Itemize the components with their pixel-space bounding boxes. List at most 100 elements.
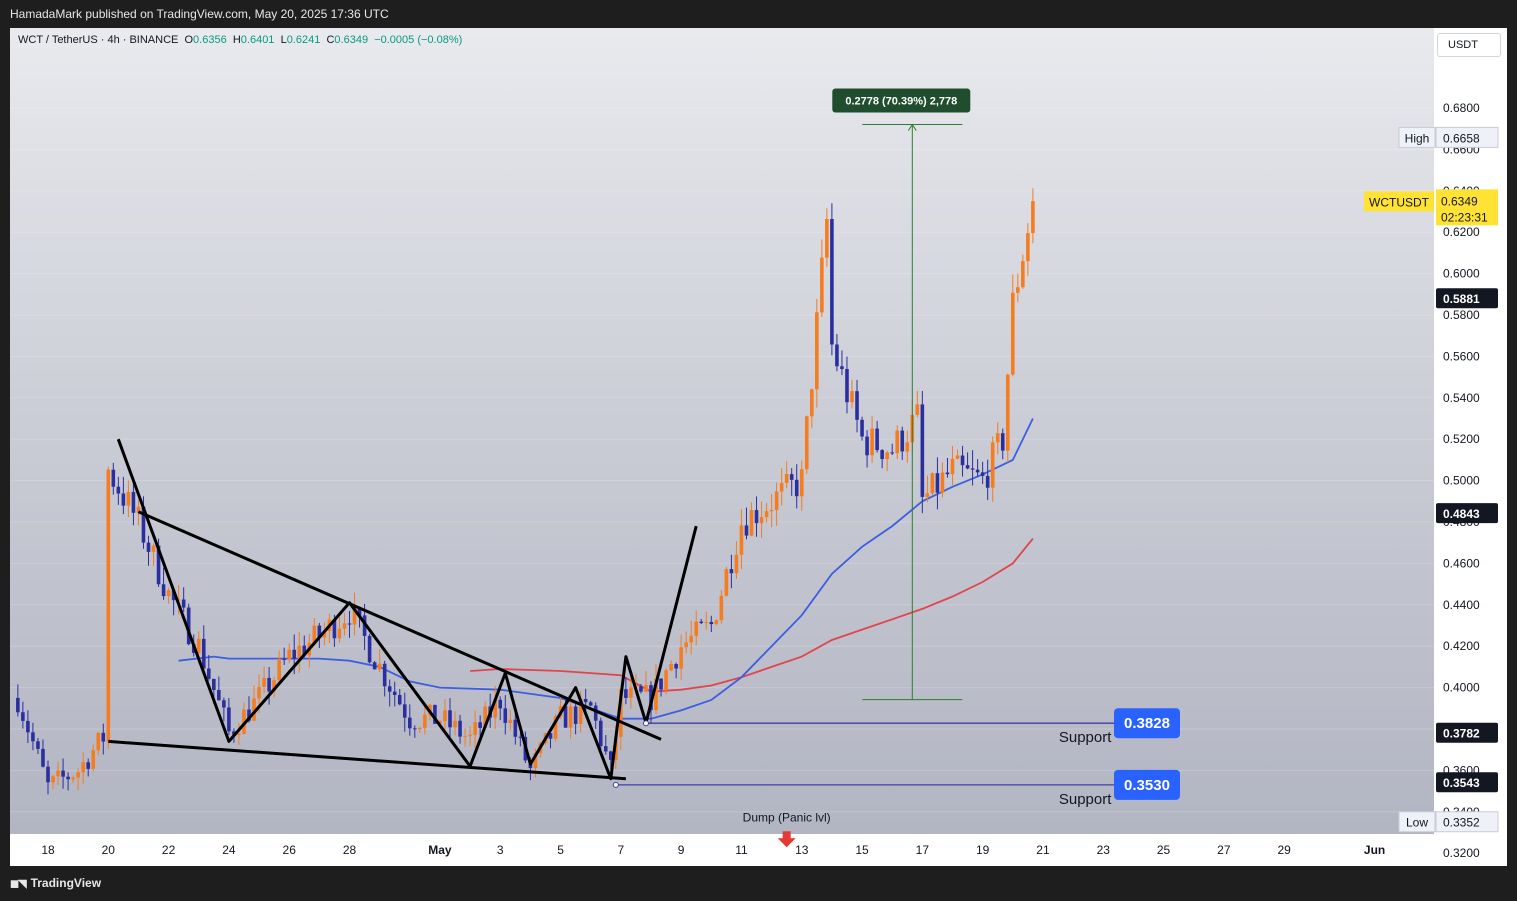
open-value: 0.6356 — [193, 34, 227, 46]
candle-up — [76, 772, 80, 778]
tradingview-logo-icon: ◼◥ — [10, 878, 27, 890]
y-tick-label: 0.4000 — [1443, 681, 1480, 695]
y-tick-label: 0.4400 — [1443, 598, 1480, 612]
candle-down — [392, 691, 397, 696]
change-value: −0.0005 (−0.08%) — [374, 34, 463, 46]
candle-up — [915, 404, 920, 416]
candle-up — [895, 430, 900, 454]
x-tick-label: 29 — [1277, 843, 1291, 857]
x-tick-label: 19 — [976, 843, 990, 857]
candle-down — [61, 770, 65, 777]
currency-selector[interactable]: USDT — [1437, 33, 1501, 57]
symbol-name[interactable]: WCT / TetherUS · 4h · BINANCE — [18, 34, 178, 46]
candle-up — [995, 433, 1000, 443]
candle-down — [121, 493, 126, 506]
candle-down — [965, 465, 970, 469]
support-price-label: 0.3828 — [1124, 715, 1170, 732]
candle-down — [31, 732, 35, 742]
candle-down — [960, 455, 965, 466]
y-tick-label: 0.4600 — [1443, 556, 1480, 570]
candle-down — [935, 473, 940, 493]
candle-up — [257, 686, 261, 699]
candle-up — [784, 474, 789, 483]
candle-down — [181, 599, 186, 608]
x-tick-label: 7 — [618, 843, 625, 857]
x-tick-label: 28 — [343, 843, 357, 857]
price-chart[interactable]: Support Support 0.2778 (70.39%) 2,778 Dum… — [10, 28, 1507, 866]
x-tick-label: 26 — [283, 843, 297, 857]
candle-up — [96, 732, 101, 751]
candle-down — [282, 658, 286, 660]
candle-up — [81, 762, 85, 773]
candle-down — [21, 712, 25, 721]
candle-down — [845, 368, 849, 403]
candle-up — [885, 452, 889, 460]
candle-up — [508, 719, 513, 723]
extreme-price-label: 0.3352 — [1443, 816, 1480, 830]
candle-down — [860, 419, 864, 437]
candle-down — [1000, 433, 1005, 451]
candle-down — [46, 766, 50, 783]
candle-down — [674, 664, 678, 669]
y-tick-label: 0.5800 — [1443, 308, 1480, 322]
candle-up — [940, 472, 945, 493]
candle-down — [830, 219, 834, 345]
candle-up — [955, 455, 960, 459]
candle-down — [101, 732, 106, 742]
candle-down — [86, 762, 90, 769]
candle-down — [413, 728, 417, 730]
publisher-info: HamadaMark published on TradingView.com,… — [10, 7, 389, 21]
candle-down — [222, 700, 226, 708]
candle-up — [277, 658, 281, 681]
logo-text: TradingView — [30, 876, 102, 890]
candle-up — [1026, 233, 1030, 262]
extreme-price-label: 0.6658 — [1443, 131, 1480, 145]
candle-down — [131, 491, 136, 513]
candle-up — [689, 635, 693, 643]
extreme-tag: Low — [1406, 816, 1428, 830]
x-tick-label: 9 — [678, 843, 685, 857]
candle-up — [106, 469, 111, 742]
support-anchor[interactable] — [642, 720, 649, 727]
candle-down — [890, 452, 894, 454]
candle-up — [423, 714, 427, 728]
candle-up — [704, 621, 709, 624]
candle-up — [799, 469, 804, 497]
candle-down — [945, 472, 950, 475]
candle-up — [930, 473, 935, 494]
x-tick-label: 20 — [102, 843, 116, 857]
candle-down — [603, 746, 608, 752]
candle-up — [644, 685, 648, 692]
high-value: 0.6401 — [240, 34, 275, 46]
candle-down — [372, 662, 377, 670]
candle-up — [262, 677, 266, 687]
candle-up — [739, 525, 744, 555]
candle-up — [237, 733, 241, 735]
y-tick-label: 0.6800 — [1443, 101, 1480, 115]
open-label: O — [184, 34, 194, 46]
symbol-legend: WCT / TetherUS · 4h · BINANCE O0.6356 H0… — [18, 34, 462, 46]
candle-up — [51, 776, 55, 783]
y-tick-label: 0.5400 — [1443, 391, 1480, 405]
price-marker-label: 0.3782 — [1443, 727, 1480, 741]
candle-down — [639, 686, 643, 692]
candle-up — [734, 554, 739, 574]
candle-down — [588, 702, 593, 706]
candle-down — [624, 689, 628, 698]
support-anchor[interactable] — [612, 781, 619, 788]
candle-up — [166, 590, 171, 597]
candle-down — [709, 621, 714, 625]
candle-up — [71, 777, 75, 780]
tradingview-logo[interactable]: ◼◥ TradingView — [10, 876, 101, 890]
candle-down — [116, 486, 121, 494]
candle-up — [804, 416, 809, 470]
candle-up — [815, 312, 819, 390]
candle-down — [855, 391, 859, 420]
candle-up — [287, 649, 291, 660]
y-tick-label: 0.5200 — [1443, 432, 1480, 446]
extreme-tag: High — [1405, 131, 1430, 145]
candle-down — [573, 706, 578, 724]
candle-down — [292, 649, 297, 659]
candle-up — [1031, 201, 1035, 234]
candle-down — [970, 468, 975, 470]
